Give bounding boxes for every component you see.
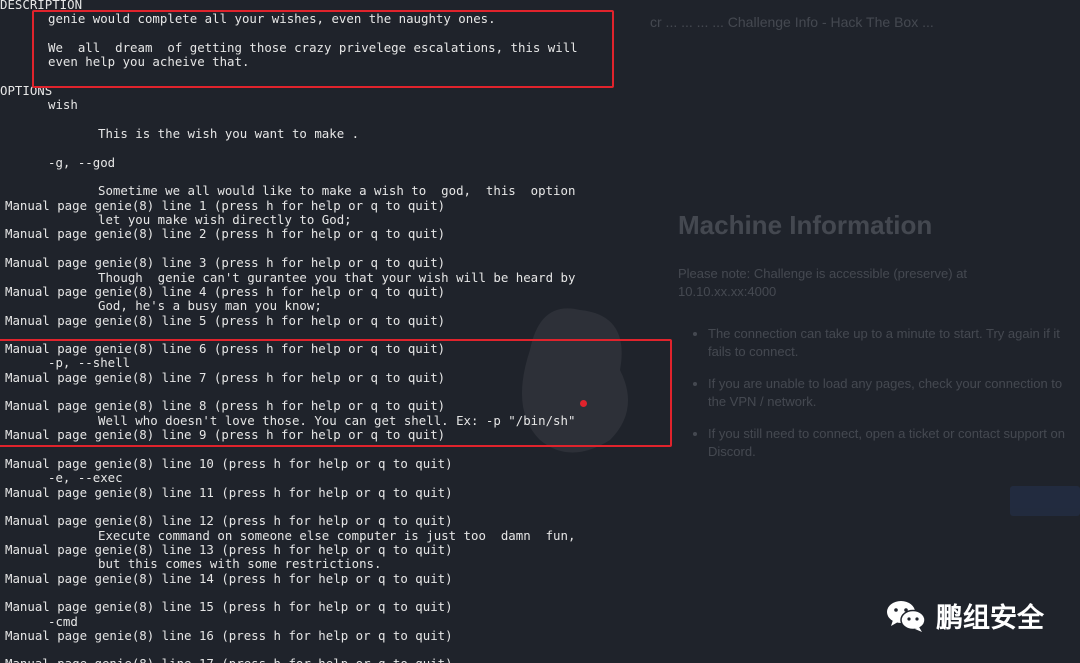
terminal-line: Manual page genie(8) line 15 (press h fo… — [5, 599, 453, 614]
terminal-line: but this comes with some restrictions. — [98, 556, 382, 571]
terminal-line: Manual page genie(8) line 12 (press h fo… — [5, 513, 453, 528]
highlight-box-description — [32, 10, 614, 88]
terminal-line: Manual page genie(8) line 3 (press h for… — [5, 255, 446, 270]
terminal-line: Manual page genie(8) line 16 (press h fo… — [5, 628, 453, 643]
highlight-box-shell-option — [0, 339, 672, 447]
terminal-line: This is the wish you want to make . — [98, 126, 360, 141]
terminal-line: Manual page genie(8) line 10 (press h fo… — [5, 456, 453, 471]
terminal-line: Though genie can't gurantee you that you… — [98, 270, 576, 285]
terminal-line: -g, --god — [48, 155, 116, 170]
screenshot: cr ... ... ... ... Challenge Info - Hack… — [0, 0, 1080, 663]
terminal-line: Manual page genie(8) line 13 (press h fo… — [5, 542, 453, 557]
terminal-line: Manual page genie(8) line 4 (press h for… — [5, 284, 446, 299]
terminal-line: let you make wish directly to God; — [98, 212, 352, 227]
terminal-line: wish — [48, 97, 78, 112]
terminal-line: Execute command on someone else computer… — [98, 528, 576, 543]
terminal-line: Manual page genie(8) line 1 (press h for… — [5, 198, 446, 213]
wechat-icon — [887, 600, 926, 632]
terminal-line: -e, --exec — [48, 470, 123, 485]
terminal-line: Manual page genie(8) line 14 (press h fo… — [5, 571, 453, 586]
terminal-line: God, he's a busy man you know; — [98, 298, 322, 313]
terminal-line: Sometime we all would like to make a wis… — [98, 183, 576, 198]
terminal-line: Manual page genie(8) line 11 (press h fo… — [5, 485, 453, 500]
terminal-output: DESCRIPTION genie would complete all your… — [0, 0, 1080, 663]
terminal-line: -cmd — [48, 614, 78, 629]
watermark-text: 鹏组安全 — [936, 603, 1044, 634]
terminal-line: Manual page genie(8) line 17 (press h fo… — [5, 657, 453, 663]
annotation-dot — [580, 400, 587, 407]
terminal-line: Manual page genie(8) line 5 (press h for… — [5, 313, 446, 328]
watermark: 鹏组安全 — [886, 596, 1044, 635]
terminal-line: Manual page genie(8) line 2 (press h for… — [5, 226, 446, 241]
